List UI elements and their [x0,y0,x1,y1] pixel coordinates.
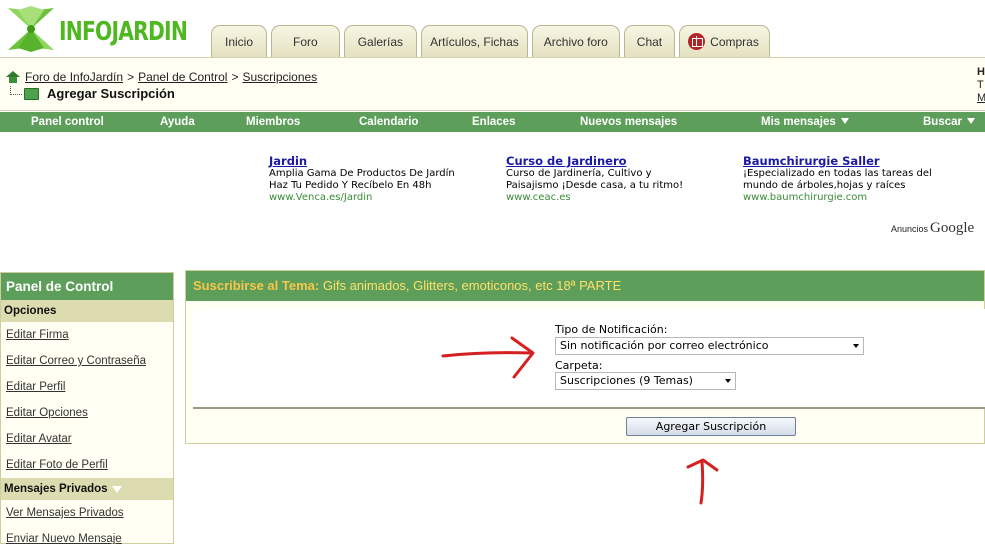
notification-type-label: Tipo de Notificación: [555,323,668,336]
sidebar-link-editar-correo[interactable]: Editar Correo y Contraseña [1,348,173,374]
ads-by-google[interactable]: Anuncios Google [891,220,974,237]
page-title-text: Agregar Suscripción [47,86,175,101]
ads-area: Jardin Amplia Gama De Productos De Jardí… [0,132,985,270]
notification-type-select[interactable]: Sin notificación por correo electrónico [555,337,864,355]
sidebar-section-options: Opciones [1,300,173,322]
nav-bar: Panel control Ayuda Miembros Calendario … [0,112,985,132]
google-wordmark: Google [930,220,975,236]
ads-label: Anuncios [891,224,929,234]
sidebar-title: Panel de Control [1,273,173,300]
section-title: Opciones [4,305,57,317]
gift-icon [688,33,706,50]
dropdown-arrow-icon [840,118,849,124]
tab-label: Inicio [225,34,254,49]
collapse-arrow-icon[interactable] [111,485,122,493]
home-icon[interactable] [6,71,21,83]
tab-foro[interactable]: Foro [271,25,340,57]
breadcrumb-bar: Foro de InfoJardín > Panel de Control > … [0,57,985,111]
ad-url[interactable]: www.ceac.es [506,192,731,204]
tab-compras[interactable]: Compras [679,25,770,57]
nav-calendario[interactable]: Calendario [359,112,418,132]
cut-text-line: T [977,79,984,91]
tab-chat[interactable]: Chat [623,25,676,57]
leaf-logo-icon [8,6,54,52]
tree-connector [10,86,22,95]
heading-label: Suscribirse al Tema: [193,278,320,293]
nav-miembros[interactable]: Miembros [246,112,300,132]
ad-text: Paisajismo ¡Desde casa, a tu ritmo! [506,180,684,191]
subscription-form: Tipo de Notificación: Sin notificación p… [193,309,985,409]
breadcrumb-separator: > [127,70,135,84]
dropdown-arrow-icon [967,118,975,124]
breadcrumb-link-forum[interactable]: Foro de InfoJardín [25,70,123,84]
right-panel-cut-text: H T M [977,66,985,105]
page-title: Agregar Suscripción [10,86,175,101]
ad-text: mundo de árboles,hojas y raíces [743,180,906,191]
select-value: Suscripciones (9 Temas) [560,374,693,387]
ad-text: ¡Especializado en todas las tareas del [743,168,932,179]
subscription-panel: Suscribirse al Tema: Gifs animados, Glit… [185,270,985,444]
nav-mis-mensajes[interactable]: Mis mensajes [761,112,849,132]
ad-block: Baumchirurgie Saller ¡Especializado en t… [743,155,983,204]
sidebar-section-private-messages[interactable]: Mensajes Privados [1,478,173,500]
site-logo[interactable]: INFOJARDIN [4,4,188,54]
nav-label: Mis mensajes [761,116,836,128]
breadcrumb-link-subscriptions[interactable]: Suscripciones [242,70,317,84]
nav-buscar[interactable]: Buscar [923,112,975,132]
cut-text-line: H [977,66,985,78]
folder-select[interactable]: Suscripciones (9 Temas) [555,372,736,390]
tab-label: Galerías [357,34,404,49]
folder-label: Carpeta: [555,359,603,372]
ad-url[interactable]: www.Venca.es/Jardin [269,192,494,204]
tab-inicio[interactable]: Inicio [211,25,268,57]
site-header: INFOJARDIN Inicio Foro Galerías Artículo… [0,0,985,57]
folder-icon [24,87,39,100]
ad-block: Curso de Jardinero Curso de Jardinería, … [506,155,731,204]
ad-block: Jardin Amplia Gama De Productos De Jardí… [269,155,494,204]
ad-title-link[interactable]: Baumchirurgie Saller [743,155,983,167]
panel-heading: Suscribirse al Tema: Gifs animados, Glit… [186,271,984,301]
chevron-down-icon [853,344,859,348]
ad-title-link[interactable]: Curso de Jardinero [506,155,731,167]
sidebar-link-editar-opciones[interactable]: Editar Opciones [1,400,173,426]
sidebar-link-enviar-mensaje[interactable]: Enviar Nuevo Mensaje [1,526,173,544]
nav-nuevos-mensajes[interactable]: Nuevos mensajes [580,112,677,132]
ad-title-link[interactable]: Jardin [269,155,494,167]
tab-label: Archivo foro [543,34,608,49]
breadcrumb-separator: > [231,70,239,84]
ad-text: Amplia Gama De Productos De Jardín [269,168,455,179]
cut-text-line[interactable]: M [977,92,985,105]
sidebar-link-editar-avatar[interactable]: Editar Avatar [1,426,173,452]
tab-label: Foro [293,34,318,49]
select-value: Sin notificación por correo electrónico [560,339,769,352]
nav-enlaces[interactable]: Enlaces [472,112,515,132]
nav-label: Buscar [923,116,962,128]
tab-galerias[interactable]: Galerías [343,25,418,57]
breadcrumb: Foro de InfoJardín > Panel de Control > … [6,70,317,84]
tab-label: Compras [710,34,759,49]
tab-label: Chat [636,34,663,49]
ad-text: Curso de Jardinería, Cultivo y [506,168,652,179]
nav-ayuda[interactable]: Ayuda [160,112,195,132]
sidebar-link-ver-mensajes[interactable]: Ver Mensajes Privados [1,500,173,526]
nav-panel-control[interactable]: Panel control [31,112,104,132]
sidebar-link-editar-firma[interactable]: Editar Firma [1,322,173,348]
tab-label: Artículos, Fichas [430,34,519,49]
control-panel-sidebar: Panel de Control Opciones Editar Firma E… [0,272,174,544]
main-tabs: Inicio Foro Galerías Artículos, Fichas A… [211,25,774,57]
logo-text: INFOJARDIN [59,17,188,47]
tab-articulos[interactable]: Artículos, Fichas [421,25,528,57]
add-subscription-button[interactable]: Agregar Suscripción [626,417,796,436]
heading-topic: Gifs animados, Glitters, emoticonos, etc… [322,278,622,293]
sidebar-link-editar-foto[interactable]: Editar Foto de Perfil [1,452,173,478]
ad-url[interactable]: www.baumchirurgie.com [743,192,983,204]
sidebar-link-editar-perfil[interactable]: Editar Perfil [1,374,173,400]
breadcrumb-link-control-panel[interactable]: Panel de Control [138,70,227,84]
tab-archivo-foro[interactable]: Archivo foro [531,25,620,57]
arrow-up-annotation [686,458,719,505]
ad-text: Haz Tu Pedido Y Recíbelo En 48h [269,180,432,191]
chevron-down-icon [725,379,731,383]
section-title: Mensajes Privados [4,483,108,495]
